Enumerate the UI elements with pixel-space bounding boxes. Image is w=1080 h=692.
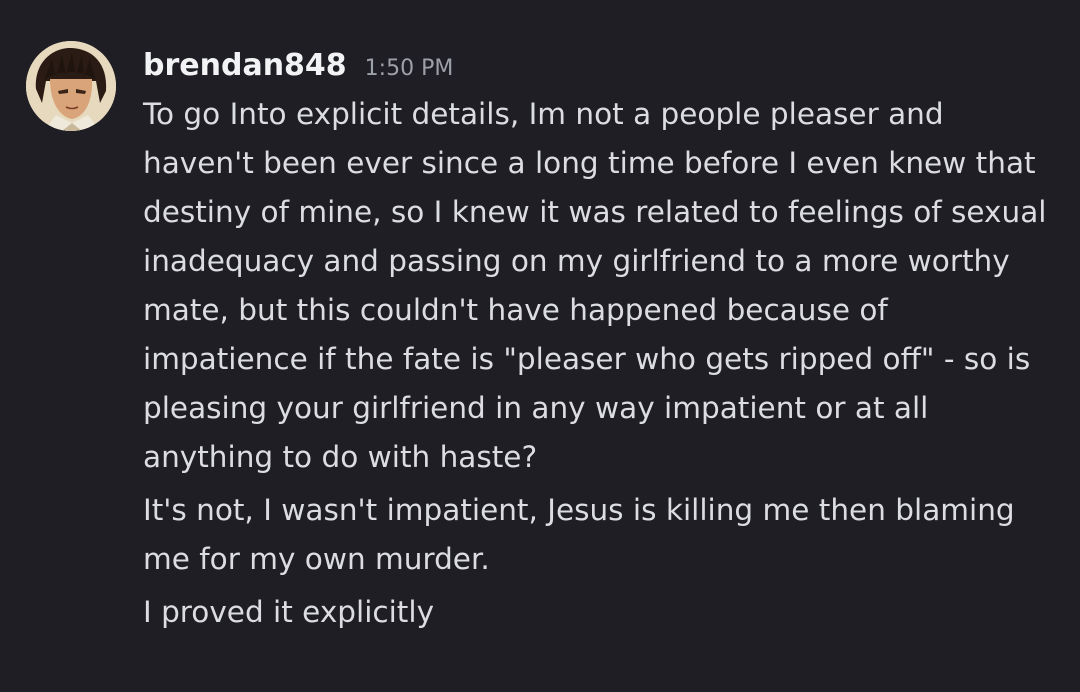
message-line: pleasing your girlfriend in any way impa… <box>143 391 929 425</box>
message-line: destiny of mine, so I knew it was relate… <box>143 195 1047 229</box>
message-group: brendan848 1:50 PM To go Into explicit d… <box>0 0 1080 692</box>
message-line: haven't been ever since a long time befo… <box>143 146 1036 180</box>
message-list: To go Into explicit details, Im not a pe… <box>143 90 1063 641</box>
message-item[interactable]: To go Into explicit details, Im not a pe… <box>143 90 1063 482</box>
message-line: I proved it explicitly <box>143 595 435 629</box>
username[interactable]: brendan848 <box>143 44 347 88</box>
user-avatar[interactable] <box>26 41 116 131</box>
message-line: To go Into explicit details, Im not a pe… <box>143 97 944 131</box>
message-timestamp[interactable]: 1:50 PM <box>365 47 454 91</box>
message-line: impatience if the fate is "pleaser who g… <box>143 342 1031 376</box>
message-item[interactable]: I proved it explicitly <box>143 588 1063 637</box>
message-line: It's not, I wasn't impatient, Jesus is k… <box>143 493 1015 527</box>
message-header: brendan848 1:50 PM <box>143 44 453 88</box>
anime-character-avatar-icon <box>26 41 116 131</box>
message-line: anything to do with haste? <box>143 440 538 474</box>
message-line: inadequacy and passing on my girlfriend … <box>143 244 1010 278</box>
message-item[interactable]: It's not, I wasn't impatient, Jesus is k… <box>143 486 1063 584</box>
message-line: me for my own murder. <box>143 542 490 576</box>
message-line: mate, but this couldn't have happened be… <box>143 293 888 327</box>
